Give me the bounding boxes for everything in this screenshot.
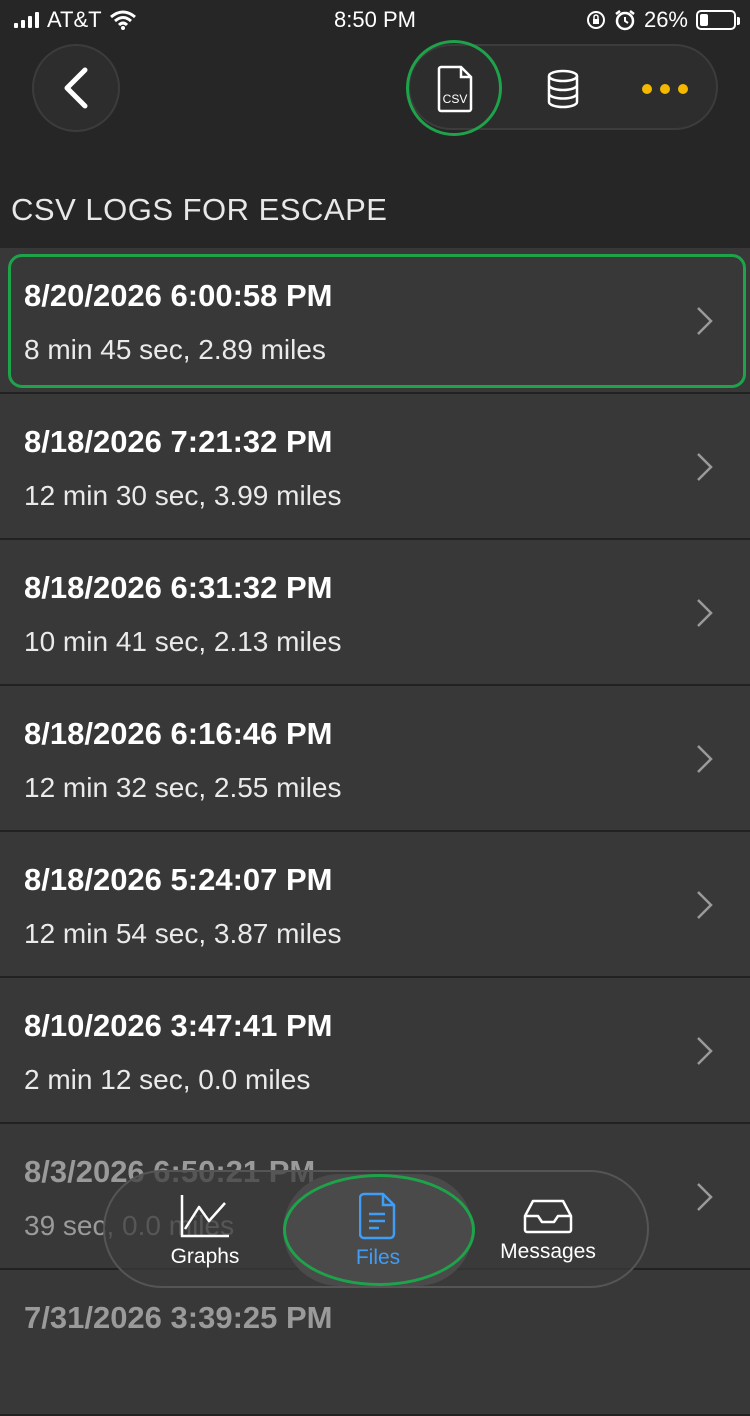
log-summary: 12 min 30 sec, 3.99 miles (24, 480, 342, 511)
list-item[interactable]: 8/18/2026 6:31:32 PM 10 min 41 sec, 2.13… (0, 540, 750, 686)
chevron-left-icon (64, 67, 88, 109)
log-summary: 2 min 12 sec, 0.0 miles (24, 1064, 311, 1095)
chevron-right-icon (697, 745, 713, 773)
log-summary: 10 min 41 sec, 2.13 miles (24, 626, 342, 657)
database-button[interactable] (518, 46, 608, 132)
battery-icon (696, 10, 740, 30)
list-item[interactable]: 8/10/2026 3:47:41 PM 2 min 12 sec, 0.0 m… (0, 978, 750, 1124)
chevron-right-icon (697, 307, 713, 335)
inbox-icon (523, 1199, 573, 1234)
log-summary: 8 min 45 sec, 2.89 miles (24, 334, 326, 365)
more-button[interactable] (620, 46, 710, 132)
log-date: 8/10/2026 3:47:41 PM (24, 1008, 333, 1043)
tab-messages[interactable]: Messages (463, 1172, 633, 1290)
csv-highlight-annotation (406, 40, 502, 136)
log-date: 8/18/2026 7:21:32 PM (24, 424, 333, 459)
chevron-right-icon (697, 453, 713, 481)
more-dots-icon (642, 84, 688, 94)
orientation-lock-icon (586, 11, 605, 29)
wifi-icon (109, 10, 136, 30)
list-item[interactable]: 7/31/2026 3:39:25 PM (0, 1270, 750, 1416)
chevron-right-icon (697, 891, 713, 919)
status-bar: AT&T 8:50 PM 26% (0, 0, 750, 40)
tab-bar: Graphs Files Messages (103, 1170, 649, 1288)
chevron-right-icon (697, 1037, 713, 1065)
signal-icon (14, 12, 39, 28)
tab-label: Messages (500, 1240, 596, 1263)
log-date: 8/20/2026 6:00:58 PM (24, 278, 333, 313)
list-item[interactable]: 8/18/2026 5:24:07 PM 12 min 54 sec, 3.87… (0, 832, 750, 978)
tab-graphs[interactable]: Graphs (120, 1172, 290, 1290)
battery-level (700, 14, 709, 26)
chevron-right-icon (697, 1183, 713, 1211)
tab-label: Graphs (170, 1245, 240, 1268)
database-icon (547, 69, 579, 109)
list-item[interactable]: 8/18/2026 7:21:32 PM 12 min 30 sec, 3.99… (0, 394, 750, 540)
alarm-icon (615, 10, 635, 31)
log-date: 7/31/2026 3:39:25 PM (24, 1300, 333, 1335)
files-highlight-annotation (283, 1174, 475, 1286)
page-title: CSV LOGS FOR ESCAPE (11, 192, 388, 227)
carrier: AT&T (47, 7, 102, 32)
log-summary: 12 min 32 sec, 2.55 miles (24, 772, 342, 803)
list-item[interactable]: 8/20/2026 6:00:58 PM 8 min 45 sec, 2.89 … (0, 248, 750, 394)
top-bar: CSV (0, 40, 750, 140)
log-date: 8/18/2026 5:24:07 PM (24, 862, 333, 897)
back-button[interactable] (32, 44, 120, 132)
log-date: 8/18/2026 6:16:46 PM (24, 716, 333, 751)
battery-percent: 26% (643, 7, 688, 32)
log-date: 8/18/2026 6:31:32 PM (24, 570, 333, 605)
log-summary: 12 min 54 sec, 3.87 miles (24, 918, 342, 949)
chevron-right-icon (697, 599, 713, 627)
graph-icon (180, 1195, 229, 1238)
list-item[interactable]: 8/18/2026 6:16:46 PM 12 min 32 sec, 2.55… (0, 686, 750, 832)
